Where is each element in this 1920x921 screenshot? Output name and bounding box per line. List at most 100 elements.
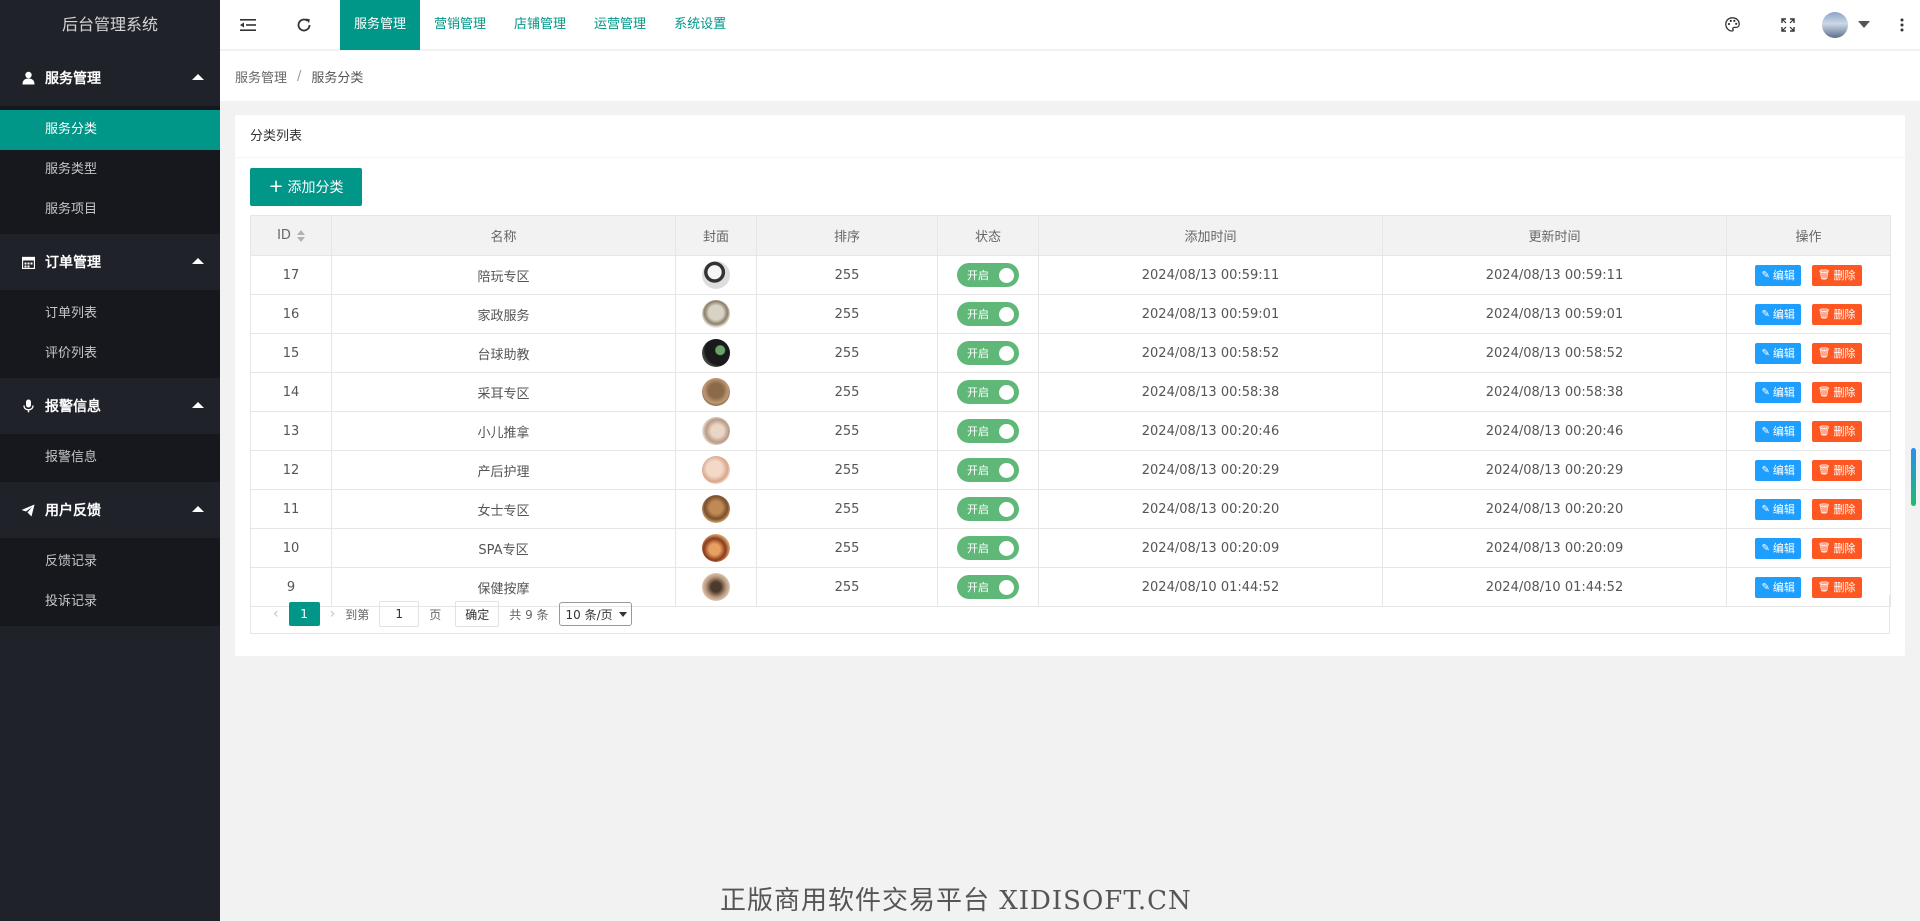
app-title: 后台管理系统 xyxy=(0,0,220,50)
cell-id: 15 xyxy=(250,333,332,373)
prev-page-icon[interactable]: ‹ xyxy=(273,606,279,622)
status-toggle[interactable]: 开启 xyxy=(957,419,1019,443)
delete-button[interactable]: 🗑 删除 xyxy=(1811,537,1862,559)
cover-thumbnail[interactable] xyxy=(702,339,730,367)
tab-store-management[interactable]: 店铺管理 xyxy=(500,0,580,50)
tab-service-management[interactable]: 服务管理 xyxy=(340,0,421,50)
edit-button[interactable]: ✎ 编辑 xyxy=(1755,498,1801,520)
trash-icon: 🗑 xyxy=(1817,581,1831,593)
toggle-knob xyxy=(999,307,1014,322)
edit-button[interactable]: ✎ 编辑 xyxy=(1755,537,1801,559)
goto-page-input[interactable]: 1 xyxy=(379,601,420,627)
status-toggle[interactable]: 开启 xyxy=(957,380,1019,404)
microphone-icon xyxy=(20,398,36,414)
chevron-down-icon[interactable] xyxy=(1858,21,1870,28)
palette-icon[interactable] xyxy=(1704,0,1760,50)
user-icon xyxy=(20,70,36,86)
delete-button[interactable]: 🗑 删除 xyxy=(1811,459,1862,481)
edit-button[interactable]: ✎ 编辑 xyxy=(1755,459,1801,481)
cell-id: 16 xyxy=(250,294,332,334)
cell-created: 2024/08/13 00:58:52 xyxy=(1038,333,1383,373)
cover-thumbnail[interactable] xyxy=(702,534,730,562)
more-vertical-icon[interactable] xyxy=(1884,0,1920,50)
edit-label: 编辑 xyxy=(1772,308,1795,321)
cover-thumbnail[interactable] xyxy=(702,417,730,445)
tab-operations-management[interactable]: 运营管理 xyxy=(580,0,660,50)
category-table: ID 名称 封面 排序 状态 添加时间 更新时间 操作 17 陪玩专区 255 开启 2… xyxy=(250,215,1891,607)
delete-button[interactable]: 🗑 删除 xyxy=(1811,420,1862,442)
cell-created: 2024/08/13 00:20:09 xyxy=(1038,528,1383,568)
cover-thumbnail[interactable] xyxy=(702,495,730,523)
sidebar-group-head-feedback[interactable]: 用户反馈 xyxy=(0,482,220,538)
delete-button[interactable]: 🗑 删除 xyxy=(1811,342,1862,364)
status-toggle[interactable]: 开启 xyxy=(957,497,1019,521)
cell-sort: 255 xyxy=(756,372,938,412)
pencil-icon: ✎ xyxy=(1761,308,1770,320)
toggle-knob xyxy=(999,424,1014,439)
breadcrumb-parent[interactable]: 服务管理 xyxy=(235,67,287,86)
sidebar-group-head-alarm[interactable]: 报警信息 xyxy=(0,378,220,434)
sidebar-item-complaint-record[interactable]: 投诉记录 xyxy=(0,582,220,622)
cover-thumbnail[interactable] xyxy=(702,456,730,484)
delete-button[interactable]: 🗑 删除 xyxy=(1811,264,1862,286)
column-header-id[interactable]: ID xyxy=(250,215,332,256)
tab-marketing-management[interactable]: 营销管理 xyxy=(420,0,500,50)
sort-icon[interactable] xyxy=(296,229,305,242)
delete-button[interactable]: 🗑 删除 xyxy=(1811,498,1862,520)
sidebar-item-order-list[interactable]: 订单列表 xyxy=(0,294,220,334)
edit-button[interactable]: ✎ 编辑 xyxy=(1755,420,1801,442)
cell-name: 家政服务 xyxy=(331,294,676,334)
cell-sort: 255 xyxy=(756,294,938,334)
edit-button[interactable]: ✎ 编辑 xyxy=(1755,381,1801,403)
table-row: 17 陪玩专区 255 开启 2024/08/13 00:59:11 2024/08/13… xyxy=(250,255,1891,295)
cell-id: 14 xyxy=(250,372,332,412)
edit-label: 编辑 xyxy=(1772,503,1795,516)
column-header-cover: 封面 xyxy=(675,215,757,256)
paper-plane-icon xyxy=(20,502,36,518)
menu-fold-icon[interactable] xyxy=(220,0,276,50)
next-page-icon[interactable]: › xyxy=(330,606,336,622)
edit-button[interactable]: ✎ 编辑 xyxy=(1755,303,1801,325)
delete-button[interactable]: 🗑 删除 xyxy=(1811,381,1862,403)
avatar[interactable] xyxy=(1822,11,1848,38)
edit-button[interactable]: ✎ 编辑 xyxy=(1755,342,1801,364)
sidebar-item-service-project[interactable]: 服务项目 xyxy=(0,190,220,230)
sidebar-group-service: 服务管理 服务分类 服务类型 服务项目 xyxy=(0,50,220,234)
status-toggle[interactable]: 开启 xyxy=(957,458,1019,482)
status-toggle[interactable]: 开启 xyxy=(957,536,1019,560)
scroll-indicator[interactable] xyxy=(1911,448,1916,506)
cover-thumbnail[interactable] xyxy=(702,300,730,328)
status-toggle-label: 开启 xyxy=(967,347,989,360)
status-toggle[interactable]: 开启 xyxy=(957,341,1019,365)
sidebar-group-head-service[interactable]: 服务管理 xyxy=(0,50,220,106)
cover-thumbnail[interactable] xyxy=(702,261,730,289)
edit-button[interactable]: ✎ 编辑 xyxy=(1755,264,1801,286)
toggle-knob xyxy=(999,541,1014,556)
goto-confirm-button[interactable]: 确定 xyxy=(455,601,500,627)
refresh-icon[interactable] xyxy=(276,0,332,50)
sidebar-item-service-category[interactable]: 服务分类 xyxy=(0,110,220,150)
sidebar-item-review-list[interactable]: 评价列表 xyxy=(0,334,220,374)
page-size-select[interactable]: 10 条/页 xyxy=(558,602,632,626)
add-category-button[interactable]: + 添加分类 xyxy=(250,168,362,206)
sidebar-item-alarm-info[interactable]: 报警信息 xyxy=(0,438,220,478)
status-toggle[interactable]: 开启 xyxy=(957,263,1019,287)
pencil-icon: ✎ xyxy=(1761,503,1770,515)
cell-cover xyxy=(675,489,757,529)
page-number-current[interactable]: 1 xyxy=(288,602,320,626)
cell-created: 2024/08/13 00:59:11 xyxy=(1038,255,1383,295)
trash-icon: 🗑 xyxy=(1817,425,1831,437)
sidebar-group-head-order[interactable]: 订单管理 xyxy=(0,234,220,290)
delete-label: 删除 xyxy=(1833,542,1856,555)
delete-button[interactable]: 🗑 删除 xyxy=(1811,303,1862,325)
cell-name: SPA专区 xyxy=(331,528,676,568)
cover-thumbnail[interactable] xyxy=(702,378,730,406)
sidebar-item-feedback-record[interactable]: 反馈记录 xyxy=(0,542,220,582)
status-toggle[interactable]: 开启 xyxy=(957,302,1019,326)
fullscreen-icon[interactable] xyxy=(1760,0,1816,50)
sidebar-item-service-type[interactable]: 服务类型 xyxy=(0,150,220,190)
cell-updated: 2024/08/13 00:20:46 xyxy=(1382,411,1727,451)
tab-system-settings[interactable]: 系统设置 xyxy=(660,0,740,50)
cell-name: 陪玩专区 xyxy=(331,255,676,295)
toggle-knob xyxy=(999,580,1014,595)
